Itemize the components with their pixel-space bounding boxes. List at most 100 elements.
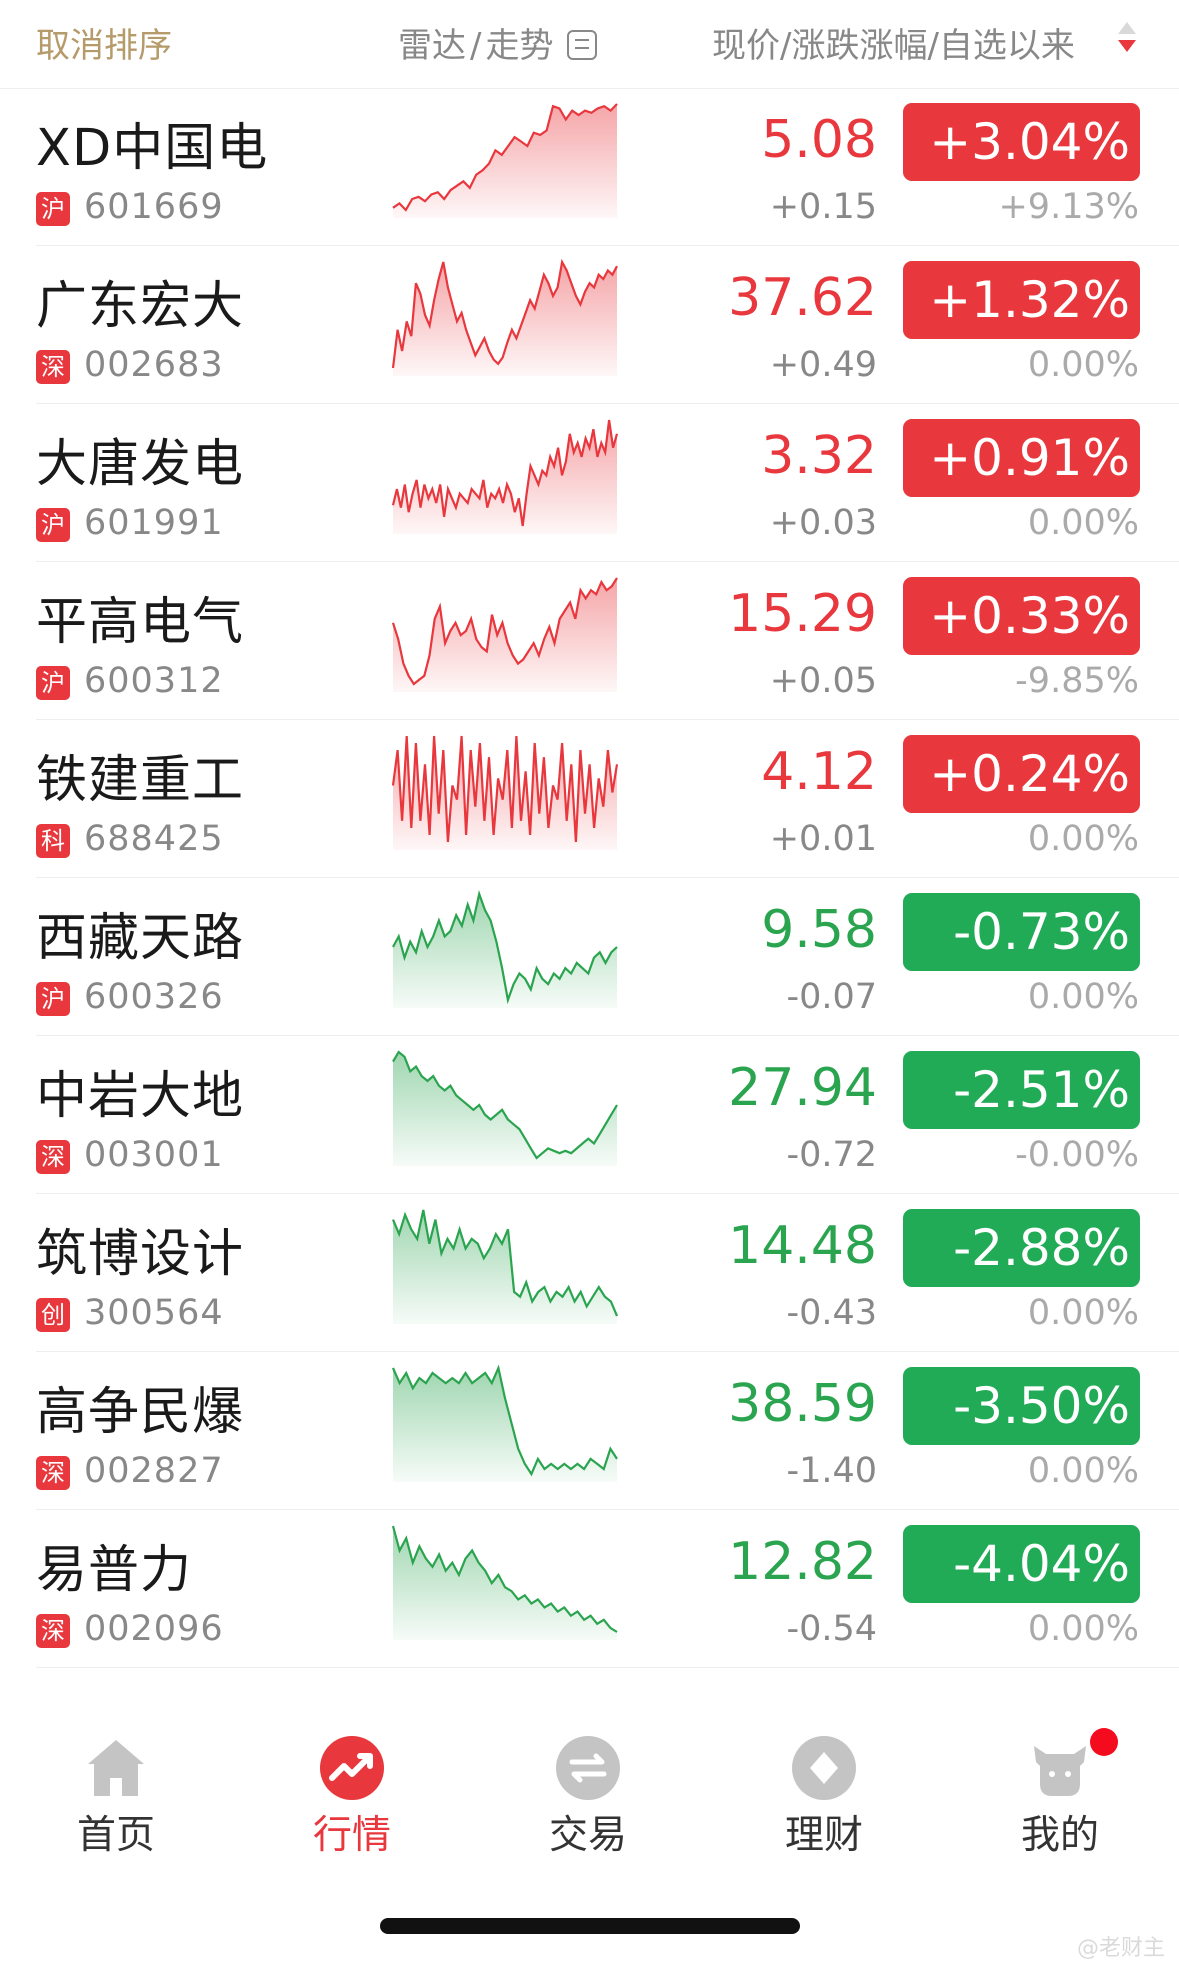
change-percent-badge[interactable]: +0.33% bbox=[903, 577, 1140, 655]
tab-trade[interactable]: 交易 bbox=[508, 1736, 668, 1860]
trend-sparkline bbox=[392, 419, 618, 534]
market-badge: 沪 bbox=[36, 508, 70, 542]
change-percent-badge[interactable]: +0.91% bbox=[903, 419, 1140, 497]
market-badge: 沪 bbox=[36, 982, 70, 1016]
profile-bull-icon bbox=[1028, 1728, 1118, 1800]
price-change: +0.01 bbox=[769, 819, 877, 859]
since-added-percent: 0.00% bbox=[1027, 1609, 1139, 1649]
sparkline-area bbox=[393, 894, 617, 1008]
since-added-percent: -0.00% bbox=[1015, 1135, 1139, 1175]
change-percent-badge[interactable]: -2.51% bbox=[903, 1051, 1140, 1129]
header-bar: 取消排序 雷达 / 走势 现价/涨跌涨幅/自选以来 bbox=[0, 0, 1179, 89]
tab-profile[interactable]: 我的 bbox=[980, 1728, 1140, 1860]
price-change: -1.40 bbox=[786, 1451, 877, 1491]
stock-code: 002683 bbox=[84, 345, 224, 385]
price-column-header[interactable]: 现价/涨跌涨幅/自选以来 bbox=[712, 18, 1075, 67]
price-change: -0.07 bbox=[786, 977, 877, 1017]
stock-code: 002827 bbox=[84, 1451, 224, 1491]
stock-code: 003001 bbox=[84, 1135, 224, 1175]
market-badge: 深 bbox=[36, 350, 70, 384]
stock-row[interactable]: 广东宏大深 002683 37.62 +0.49 +1.32% 0.00% bbox=[0, 246, 1179, 404]
current-price: 37.62 bbox=[728, 268, 877, 328]
stock-row[interactable]: 西藏天路沪 600326 9.58 -0.07 -0.73% 0.00% bbox=[0, 878, 1179, 1036]
stock-row[interactable]: 平高电气沪 600312 15.29 +0.05 +0.33% -9.85% bbox=[0, 562, 1179, 720]
trend-sparkline bbox=[392, 103, 618, 218]
home-icon bbox=[84, 1736, 148, 1800]
change-percent-badge[interactable]: -3.50% bbox=[903, 1367, 1140, 1445]
stock-name: 平高电气 bbox=[36, 593, 245, 652]
tab-label: 理财 bbox=[784, 1813, 863, 1858]
sparkline-area bbox=[393, 420, 617, 534]
since-added-percent: +9.13% bbox=[998, 187, 1139, 227]
current-price: 38.59 bbox=[728, 1374, 877, 1434]
stock-row[interactable]: 高争民爆深 002827 38.59 -1.40 -3.50% 0.00% bbox=[0, 1352, 1179, 1510]
change-percent-badge[interactable]: +0.24% bbox=[903, 735, 1140, 813]
price-change: +0.03 bbox=[769, 503, 877, 543]
market-badge: 深 bbox=[36, 1614, 70, 1648]
stock-code: 600312 bbox=[84, 661, 224, 701]
wealth-diamond-icon bbox=[792, 1736, 856, 1800]
stock-name: 高争民爆 bbox=[36, 1383, 245, 1442]
trend-sparkline bbox=[392, 1525, 618, 1640]
stock-row[interactable]: XD中国电沪 601669 5.08 +0.15 +3.04% +9.13% bbox=[0, 88, 1179, 246]
stock-name: 西藏天路 bbox=[36, 909, 245, 968]
change-percent-badge[interactable]: -4.04% bbox=[903, 1525, 1140, 1603]
price-change: -0.43 bbox=[786, 1293, 877, 1333]
stock-row[interactable]: 大唐发电沪 601991 3.32 +0.03 +0.91% 0.00% bbox=[0, 404, 1179, 562]
change-percent-badge[interactable]: -2.88% bbox=[903, 1209, 1140, 1287]
sparkline-area bbox=[393, 1052, 617, 1166]
since-added-percent: 0.00% bbox=[1027, 345, 1139, 385]
trend-sparkline bbox=[392, 1209, 618, 1324]
since-added-percent: 0.00% bbox=[1027, 1293, 1139, 1333]
stock-name: 大唐发电 bbox=[36, 435, 245, 494]
change-percent-badge[interactable]: +3.04% bbox=[903, 103, 1140, 181]
trend-sparkline bbox=[392, 735, 618, 850]
current-price: 27.94 bbox=[728, 1058, 877, 1118]
stock-code: 002096 bbox=[84, 1609, 224, 1649]
tab-wealth[interactable]: 理财 bbox=[744, 1736, 904, 1860]
trend-label: 走势 bbox=[485, 26, 554, 66]
stock-code: 688425 bbox=[84, 819, 224, 859]
tab-home[interactable]: 首页 bbox=[36, 1736, 196, 1860]
stock-row[interactable]: 易普力深 002096 12.82 -0.54 -4.04% 0.00% bbox=[0, 1510, 1179, 1668]
stock-name: 广东宏大 bbox=[36, 277, 245, 336]
since-added-percent: 0.00% bbox=[1027, 977, 1139, 1017]
stock-code: 601991 bbox=[84, 503, 224, 543]
radar-trend-toggle[interactable]: 雷达 / 走势 bbox=[398, 18, 598, 67]
stock-row[interactable]: 筑博设计创 300564 14.48 -0.43 -2.88% 0.00% bbox=[0, 1194, 1179, 1352]
current-price: 9.58 bbox=[761, 900, 877, 960]
stock-code: 601669 bbox=[84, 187, 224, 227]
market-badge: 创 bbox=[36, 1298, 70, 1332]
current-price: 14.48 bbox=[728, 1216, 877, 1276]
tab-label: 首页 bbox=[76, 1813, 155, 1858]
stock-code: 600326 bbox=[84, 977, 224, 1017]
current-price: 12.82 bbox=[728, 1532, 877, 1592]
trend-sparkline bbox=[392, 258, 618, 376]
tab-label: 我的 bbox=[1020, 1813, 1099, 1858]
cancel-sort-button[interactable]: 取消排序 bbox=[36, 18, 172, 67]
sparkline-area bbox=[393, 1368, 617, 1482]
stock-name: 中岩大地 bbox=[36, 1067, 245, 1126]
change-percent-badge[interactable]: +1.32% bbox=[903, 261, 1140, 339]
tab-market[interactable]: 行情 bbox=[272, 1736, 432, 1860]
price-change: -0.72 bbox=[786, 1135, 877, 1175]
switch-view-icon[interactable] bbox=[567, 30, 598, 60]
change-percent-badge[interactable]: -0.73% bbox=[903, 893, 1140, 971]
home-indicator[interactable] bbox=[380, 1918, 800, 1934]
stock-name: XD中国电 bbox=[36, 119, 269, 178]
market-trend-icon bbox=[320, 1736, 384, 1800]
stock-row[interactable]: 铁建重工科 688425 4.12 +0.01 +0.24% 0.00% bbox=[0, 720, 1179, 878]
price-change: +0.05 bbox=[769, 661, 877, 701]
current-price: 5.08 bbox=[761, 110, 877, 170]
sort-arrows-icon[interactable] bbox=[1116, 22, 1138, 58]
tab-label: 行情 bbox=[312, 1813, 391, 1858]
stock-name: 易普力 bbox=[36, 1541, 193, 1600]
since-added-percent: 0.00% bbox=[1027, 503, 1139, 543]
trade-exchange-icon bbox=[556, 1736, 620, 1800]
market-badge: 科 bbox=[36, 824, 70, 858]
stock-row[interactable]: 中岩大地深 003001 27.94 -0.72 -2.51% -0.00% bbox=[0, 1036, 1179, 1194]
trend-sparkline bbox=[392, 577, 618, 692]
trend-sparkline bbox=[392, 890, 618, 1008]
since-added-percent: -9.85% bbox=[1015, 661, 1139, 701]
trend-sparkline bbox=[392, 1364, 618, 1482]
